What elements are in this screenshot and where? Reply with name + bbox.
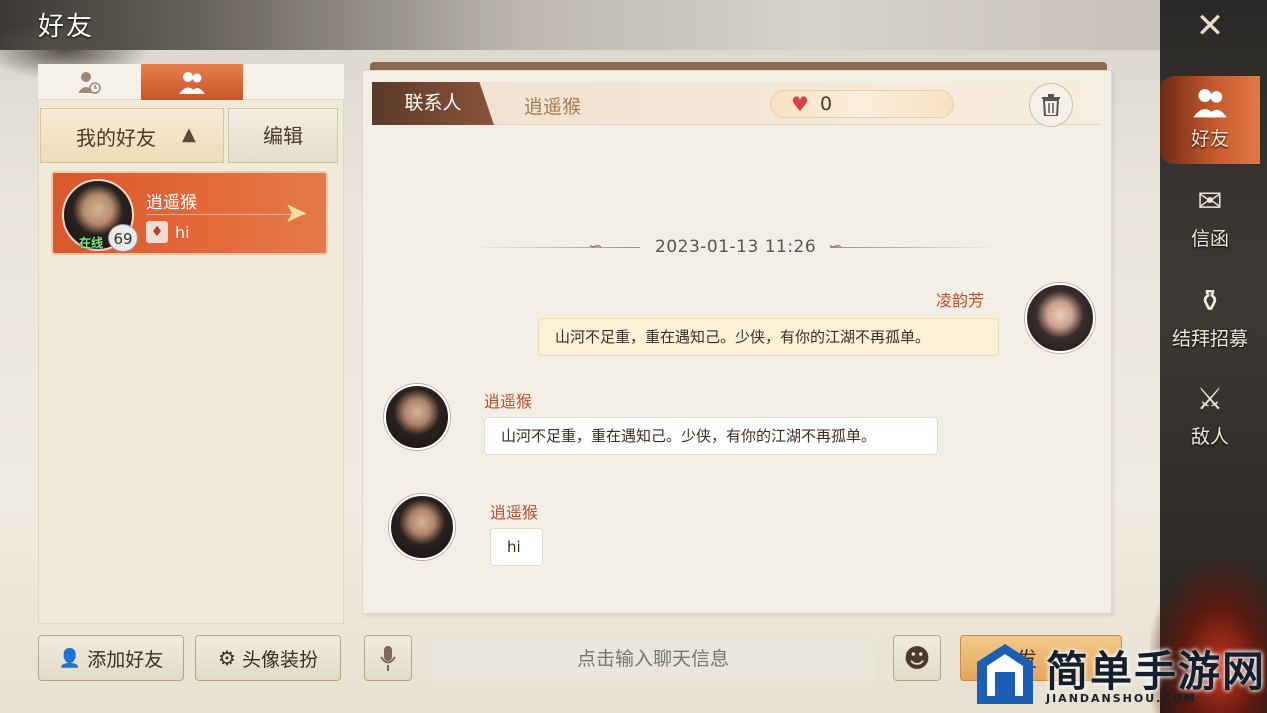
add-friend-label: 添加好友 [87, 648, 164, 671]
tab-friends[interactable] [141, 64, 243, 100]
sworn-recruit-icon: ⚱ [1197, 284, 1223, 319]
friend-name: 逍遥猴 [146, 193, 197, 213]
gift-icon: ♦ [146, 221, 168, 243]
watermark-logo [977, 644, 1033, 704]
top-banner [0, 0, 1160, 50]
friend-chat-avatar[interactable] [389, 494, 455, 560]
add-friend-button[interactable]: 👤 添加好友 [38, 635, 184, 681]
open-chat-arrow-icon: ➤ [284, 196, 308, 229]
gear-icon: ⚙ [218, 646, 236, 670]
rail-item-letters[interactable]: ✉ 信函 [1160, 176, 1260, 264]
avatar-dress-button[interactable]: ⚙ 头像装扮 [195, 635, 341, 681]
friend-last-message: hi [175, 223, 190, 242]
emoji-button[interactable]: ☻ [893, 635, 941, 681]
divider [146, 214, 306, 215]
heart-icon: ♥ [791, 92, 809, 116]
rail-item-sworn-recruit[interactable]: ⚱ 结拜招募 [1160, 276, 1260, 364]
friends-icon [1190, 82, 1230, 122]
trash-icon [1042, 94, 1060, 117]
emoji-icon: ☻ [903, 644, 931, 674]
chat-timestamp: 2023-01-13 11:26 [655, 237, 817, 257]
rail-item-label: 敌人 [1190, 426, 1229, 448]
collapse-caret-icon: ▲ [182, 124, 196, 145]
close-icon[interactable]: ✕ [1190, 6, 1230, 46]
message-bubble-incoming: hi [490, 528, 543, 566]
avatar-dress-label: 头像装扮 [241, 648, 318, 671]
timestamp-line-right [830, 247, 1000, 248]
chat-contact-name: 逍遥猴 [524, 96, 582, 118]
edit-button[interactable]: 编辑 [228, 108, 338, 163]
friends-icon [179, 72, 205, 94]
message-sender: 凌韵芳 [936, 291, 985, 310]
delete-chat-button[interactable] [1029, 83, 1073, 127]
rail-item-label: 好友 [1190, 128, 1229, 150]
rail-item-label: 信函 [1190, 228, 1229, 250]
watermark-title: 简单手游网 [1046, 647, 1267, 696]
online-status: 在线 [79, 236, 104, 250]
rail-item-enemies[interactable]: ⚔ 敌人 [1160, 374, 1260, 462]
intimacy-value: 0 [820, 93, 833, 115]
message-bubble-outgoing: 山河不足重，重在遇知己。少侠，有你的江湖不再孤单。 [538, 318, 999, 356]
friend-level-badge: 69 [108, 224, 138, 252]
rail-item-label: 结拜招募 [1171, 328, 1248, 350]
chat-message-input[interactable] [432, 637, 874, 681]
recent-contacts-icon [78, 72, 101, 94]
microphone-icon [380, 646, 396, 671]
watermark-subtitle: JIANDANSHOU.COM [1046, 692, 1197, 705]
add-friend-icon: 👤 [58, 647, 82, 669]
rail-item-friends[interactable]: 好友 [1160, 76, 1260, 164]
message-sender: 逍遥猴 [490, 503, 539, 522]
letter-icon: ✉ [1197, 184, 1223, 219]
friend-group-label: 我的好友 [76, 126, 156, 150]
my-avatar[interactable] [1025, 283, 1095, 353]
message-sender: 逍遥猴 [484, 392, 533, 411]
message-bubble-incoming: 山河不足重，重在遇知己。少侠，有你的江湖不再孤单。 [484, 417, 938, 455]
ornament-icon: ∽ [588, 236, 604, 257]
voice-input-button[interactable] [364, 635, 412, 681]
timestamp-line-left [470, 247, 640, 248]
page-title: 好友 [38, 12, 95, 42]
enemy-icon: ⚔ [1196, 382, 1224, 417]
contact-tab: 联系人 [372, 82, 494, 125]
tab-recent-contacts[interactable] [38, 64, 140, 100]
friend-chat-avatar[interactable] [384, 384, 450, 450]
